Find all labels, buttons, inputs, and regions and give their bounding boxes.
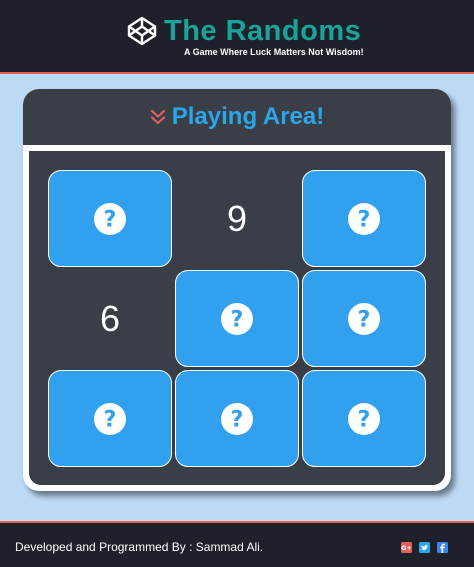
board-cell-2: 9 bbox=[175, 170, 299, 267]
board-cell-3[interactable]: ? bbox=[302, 170, 426, 267]
svg-text:?: ? bbox=[231, 307, 244, 332]
game-board: ? 9 ? 6 ? ? ? ? ? bbox=[29, 151, 445, 485]
board-cell-4: 6 bbox=[48, 270, 172, 367]
question-circle-icon: ? bbox=[348, 202, 380, 235]
board-cell-9[interactable]: ? bbox=[302, 370, 426, 467]
cell-number: 9 bbox=[226, 197, 248, 239]
tagline: A Game Where Luck Matters Not Wisdom! bbox=[184, 47, 364, 57]
brand[interactable]: The Randoms bbox=[126, 14, 361, 48]
question-circle-icon: ? bbox=[94, 202, 126, 235]
facebook-icon[interactable] bbox=[437, 542, 448, 553]
playing-area-panel: Playing Area! ? 9 ? 6 ? ? ? ? ? bbox=[23, 89, 451, 491]
codepen-icon bbox=[127, 16, 157, 46]
svg-text:?: ? bbox=[358, 307, 371, 332]
svg-text:?: ? bbox=[104, 407, 117, 432]
svg-text:?: ? bbox=[104, 207, 117, 232]
board-cell-8[interactable]: ? bbox=[175, 370, 299, 467]
svg-text:?: ? bbox=[358, 207, 371, 232]
double-chevron-down-icon bbox=[150, 109, 165, 125]
question-circle-icon: ? bbox=[348, 302, 380, 335]
board-cell-6[interactable]: ? bbox=[302, 270, 426, 367]
board-cell-5[interactable]: ? bbox=[175, 270, 299, 367]
google-plus-icon[interactable]: G+ bbox=[401, 542, 412, 553]
app-title: The Randoms bbox=[164, 15, 362, 47]
credits-text: Developed and Programmed By : Sammad Ali… bbox=[15, 540, 264, 554]
header-bar: The Randoms A Game Where Luck Matters No… bbox=[0, 0, 474, 74]
svg-text:?: ? bbox=[358, 407, 371, 432]
footer-bar: Developed and Programmed By : Sammad Ali… bbox=[0, 521, 474, 567]
svg-text:?: ? bbox=[231, 407, 244, 432]
board-cell-1[interactable]: ? bbox=[48, 170, 172, 267]
panel-title: Playing Area! bbox=[171, 103, 325, 130]
question-circle-icon: ? bbox=[348, 402, 380, 435]
svg-text:G+: G+ bbox=[401, 544, 412, 552]
twitter-icon[interactable] bbox=[419, 542, 430, 553]
cell-number: 6 bbox=[99, 297, 121, 339]
question-circle-icon: ? bbox=[221, 402, 253, 435]
question-circle-icon: ? bbox=[94, 402, 126, 435]
board-cell-7[interactable]: ? bbox=[48, 370, 172, 467]
panel-header: Playing Area! bbox=[23, 89, 451, 145]
question-circle-icon: ? bbox=[221, 302, 253, 335]
